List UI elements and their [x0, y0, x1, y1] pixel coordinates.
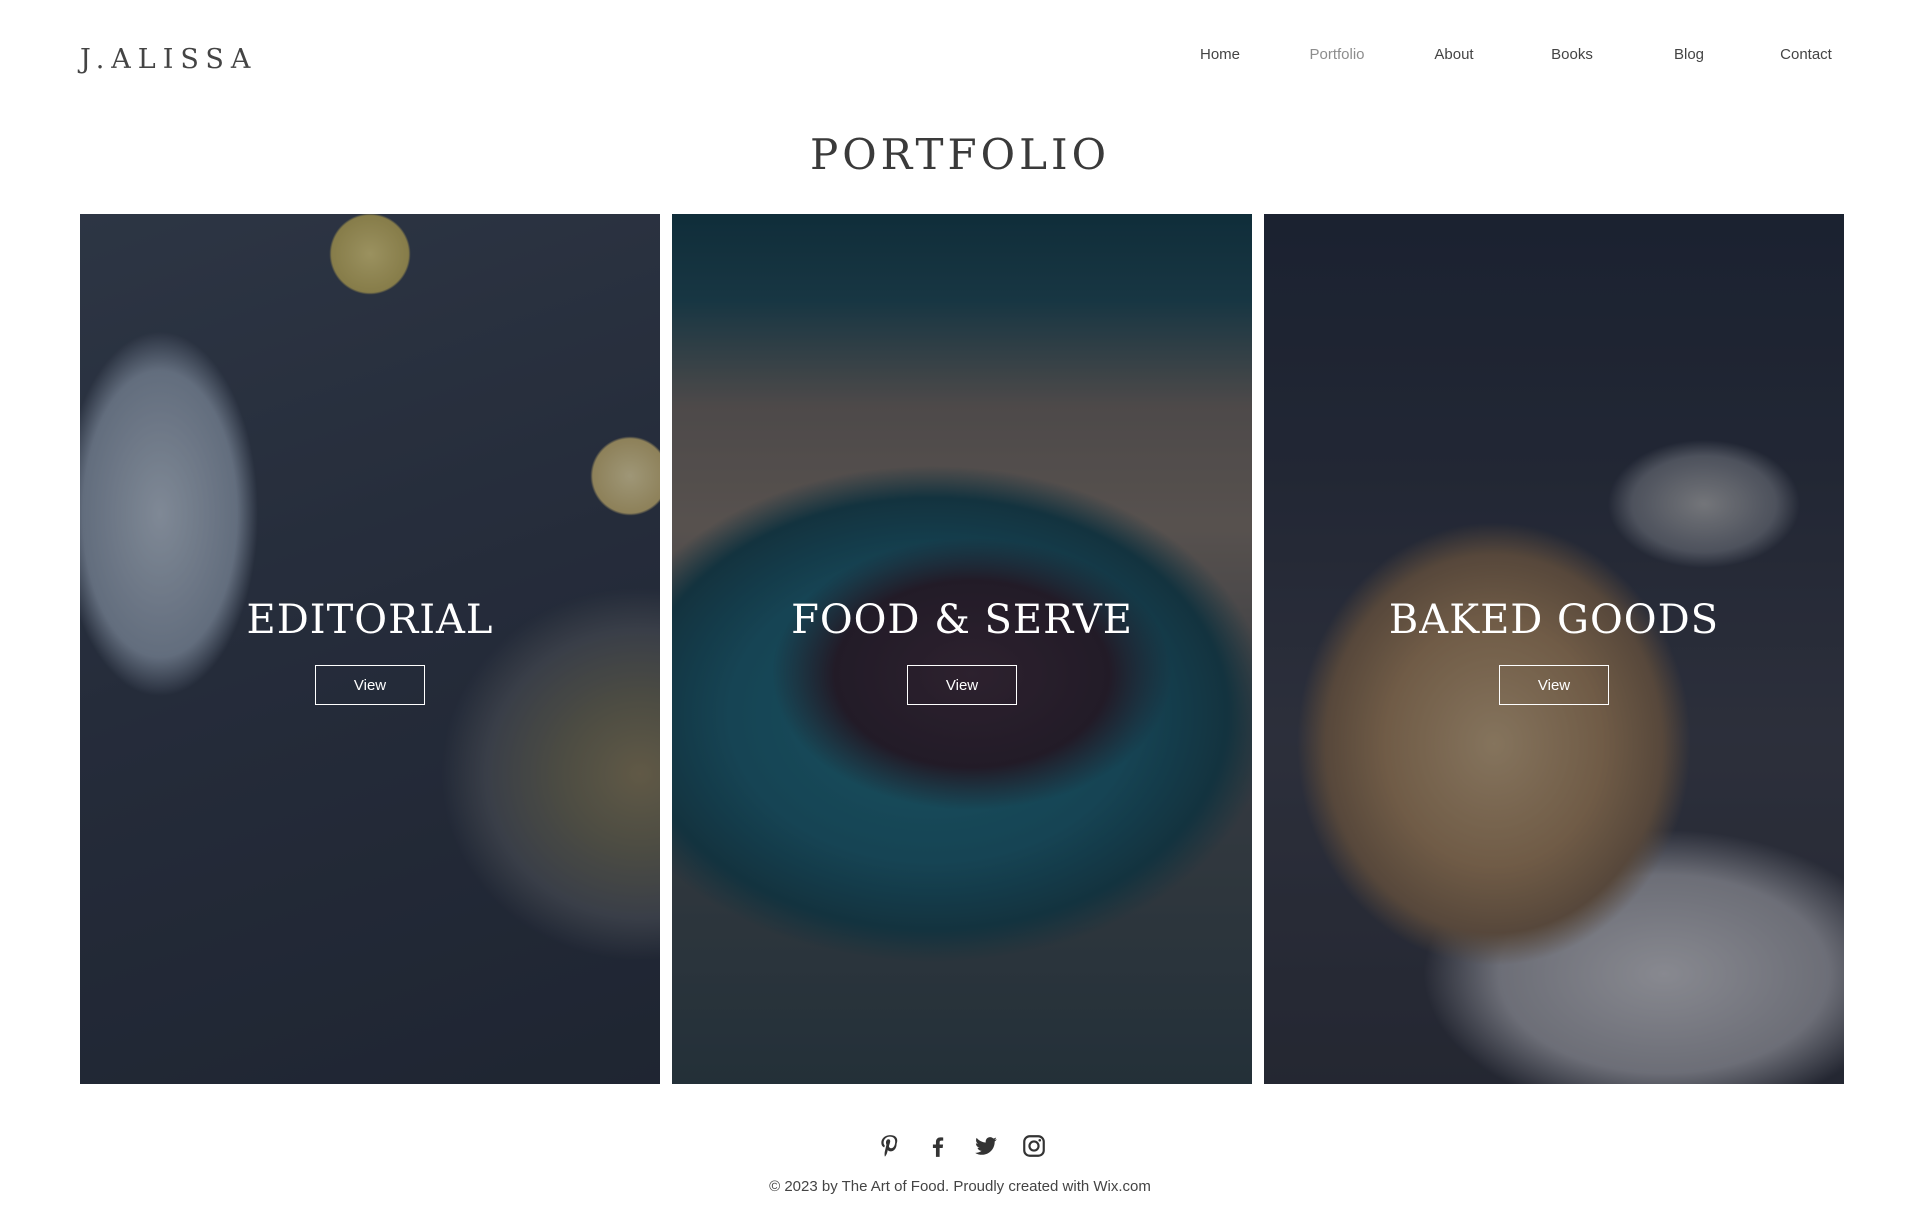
instagram-icon[interactable] [1019, 1131, 1049, 1161]
page-title: PORTFOLIO [809, 130, 1111, 179]
portfolio-card-food-serve[interactable]: FOOD & SERVE View [672, 214, 1252, 1084]
nav-item-portfolio[interactable]: Portfolio [1277, 46, 1397, 63]
site-header: J.ALISSA Home Portfolio About Books Blog… [0, 0, 1920, 110]
nav-item-home[interactable]: Home [1160, 46, 1280, 63]
card-overlay [672, 214, 1252, 1084]
nav-item-books[interactable]: Books [1512, 46, 1632, 63]
footer-copyright: © 2023 by The Art of Food. Proudly creat… [0, 1178, 1920, 1195]
card-title: EDITORIAL [246, 597, 494, 643]
site-logo[interactable]: J.ALISSA [80, 44, 257, 75]
facebook-icon[interactable] [923, 1131, 953, 1161]
pinterest-icon[interactable] [875, 1131, 905, 1161]
view-button-food-serve[interactable]: View [907, 665, 1017, 705]
portfolio-card-editorial[interactable]: EDITORIAL View [80, 214, 660, 1084]
portfolio-gallery: EDITORIAL View FOOD & SERVE View BAKED G… [80, 214, 1844, 1084]
view-button-editorial[interactable]: View [315, 665, 425, 705]
card-title: BAKED GOODS [1388, 597, 1720, 643]
main-nav: Home Portfolio About Books Blog Contact [1160, 46, 1840, 70]
nav-item-contact[interactable]: Contact [1746, 46, 1866, 63]
footer-wix-link[interactable]: Wix.com [1093, 1178, 1151, 1195]
nav-item-blog[interactable]: Blog [1629, 46, 1749, 63]
view-button-baked-goods[interactable]: View [1499, 665, 1609, 705]
footer-text: © 2023 by The Art of Food. Proudly creat… [769, 1178, 1094, 1195]
twitter-icon[interactable] [971, 1131, 1001, 1161]
social-bar [875, 1131, 1055, 1161]
portfolio-card-baked-goods[interactable]: BAKED GOODS View [1264, 214, 1844, 1084]
nav-item-about[interactable]: About [1394, 46, 1514, 63]
card-overlay [1264, 214, 1844, 1084]
card-overlay [80, 214, 660, 1084]
card-title: FOOD & SERVE [791, 597, 1133, 643]
